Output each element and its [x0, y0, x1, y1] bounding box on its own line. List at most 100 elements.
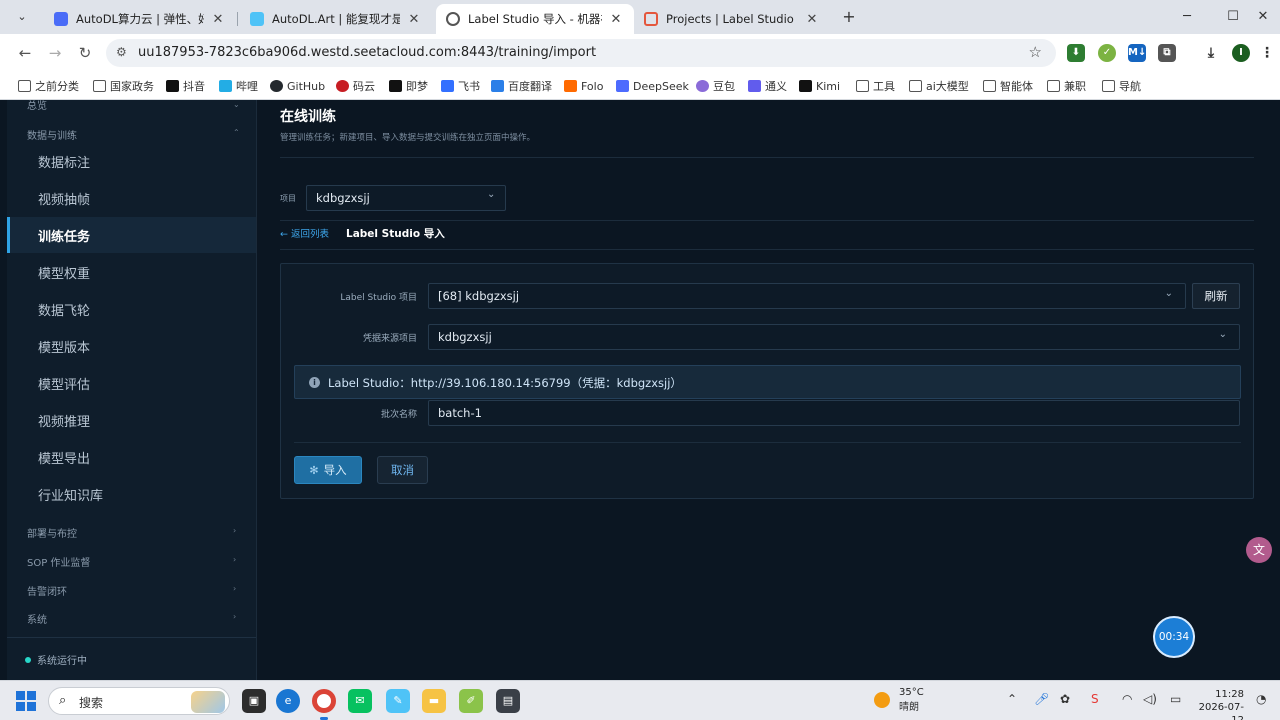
bookmark-item[interactable]: 飞书 — [441, 77, 480, 95]
notepad-icon[interactable]: ✎ — [386, 689, 410, 713]
app-icon[interactable]: ▤ — [496, 689, 520, 713]
bookmark-item[interactable]: 工具 — [856, 77, 895, 95]
tab-projects-label-studio[interactable]: Projects | Label Studio ✕ — [634, 4, 830, 34]
bookmark-item[interactable]: 之前分类 — [18, 77, 79, 95]
forward-arrow-icon[interactable]: → — [44, 42, 66, 64]
sidebar-item-data-flywheel[interactable]: 数据飞轮 — [7, 291, 256, 327]
bookmark-item[interactable]: Kimi — [799, 77, 840, 95]
download-extension-icon[interactable]: ⬇ — [1067, 44, 1085, 62]
close-icon[interactable]: ✕ — [804, 12, 820, 27]
weather-widget[interactable]: 35°C 晴朗 — [874, 687, 924, 713]
markdown-extension-icon[interactable]: M↓ — [1128, 44, 1146, 62]
bookmark-item[interactable]: GitHub — [270, 77, 325, 95]
sidebar-item-model-evaluation[interactable]: 模型评估 — [7, 365, 256, 401]
chevron-right-icon[interactable]: › — [233, 555, 236, 564]
windows-start-icon[interactable] — [16, 691, 36, 711]
more-menu-icon[interactable]: ⋮ — [1258, 44, 1276, 62]
sidebar-group-data-training[interactable]: 数据与训练 — [27, 127, 77, 142]
site-info-icon[interactable]: ⚙ — [116, 45, 132, 61]
extensions-puzzle-icon[interactable]: ⧉ — [1158, 44, 1176, 62]
app-viewport: 总览 ⌄ 数据与训练 ⌃ 数据标注 视频抽帧 训练任务 模型权重 数据飞轮 模型… — [0, 100, 1280, 680]
back-to-list-link[interactable]: ← 返回列表 — [280, 226, 329, 240]
bookmark-item[interactable]: 通义 — [748, 77, 787, 95]
sidebar-item-training-tasks[interactable]: 训练任务 — [7, 217, 256, 253]
ls-project-select[interactable]: [68] kdbgzxsjj ⌄ — [428, 283, 1186, 309]
bookmark-item[interactable]: 豆包 — [696, 77, 735, 95]
edge-browser-icon[interactable]: e — [276, 689, 300, 713]
speaker-icon[interactable]: ◁) — [1143, 692, 1157, 706]
tray-app-icon[interactable]: ✿ — [1060, 692, 1070, 706]
chevron-right-icon[interactable]: › — [233, 584, 236, 593]
batch-name-input[interactable]: batch-1 — [428, 400, 1240, 426]
bookmark-item[interactable]: Folo — [564, 77, 603, 95]
bookmark-item[interactable]: 百度翻译 — [491, 77, 552, 95]
bookmark-item[interactable]: 导航 — [1102, 77, 1141, 95]
translate-float-icon[interactable]: 文 — [1246, 537, 1272, 563]
bookmark-item[interactable]: DeepSeek — [616, 77, 689, 95]
downloads-icon[interactable]: ⤓ — [1202, 44, 1220, 62]
close-icon[interactable]: ✕ — [608, 12, 624, 27]
sidebar-item-video-inference[interactable]: 视频推理 — [7, 402, 256, 438]
bookmark-item[interactable]: 国家政务 — [93, 77, 154, 95]
sidebar-group-sop[interactable]: SOP 作业监督 — [27, 554, 90, 569]
import-button[interactable]: ✻ 导入 — [294, 456, 362, 484]
window-close-icon[interactable]: ✕ — [1248, 6, 1278, 28]
sidebar-group-system[interactable]: 系统 — [27, 611, 47, 626]
sidebar-item-model-versions[interactable]: 模型版本 — [7, 328, 256, 364]
sidebar-group-alerts[interactable]: 告警闭环 — [27, 583, 67, 598]
microphone-icon[interactable]: 🎤︎ — [1034, 692, 1049, 706]
minimize-icon[interactable]: ─ — [1172, 6, 1202, 28]
sidebar-item-video-frames[interactable]: 视频抽帧 — [7, 180, 256, 216]
chevron-right-icon[interactable]: › — [233, 612, 236, 621]
tab-search-chevron-icon[interactable]: ⌄ — [10, 6, 34, 28]
close-icon[interactable]: ✕ — [406, 12, 422, 27]
credential-select[interactable]: kdbgzxsjj ⌄ — [428, 324, 1240, 350]
taskbar-search[interactable]: ⌕ 搜索 — [48, 687, 230, 715]
wechat-icon[interactable]: ✉ — [348, 689, 372, 713]
bookmark-item[interactable]: 哔哩 — [219, 77, 258, 95]
sidebar-item-knowledge-base[interactable]: 行业知识库 — [7, 476, 256, 512]
tray-chevron-up-icon[interactable]: ⌃ — [1007, 692, 1017, 706]
chevron-right-icon[interactable]: › — [233, 526, 236, 535]
new-tab-button[interactable]: + — [838, 6, 860, 28]
address-bar[interactable]: ⚙ uu187953-7823c6ba906d.westd.seetacloud… — [106, 39, 1056, 67]
sidebar-item-data-labeling[interactable]: 数据标注 — [7, 143, 256, 179]
close-icon[interactable]: ✕ — [210, 12, 226, 27]
bookmark-item[interactable]: ai大模型 — [909, 77, 969, 95]
chrome-browser-icon[interactable] — [312, 689, 336, 713]
address-url[interactable]: uu187953-7823c6ba906d.westd.seetacloud.c… — [138, 45, 596, 60]
bookmark-item[interactable]: 即梦 — [389, 77, 428, 95]
refresh-button[interactable]: 刷新 — [1192, 283, 1240, 309]
wifi-icon[interactable]: ◠ — [1122, 692, 1132, 706]
bookmark-star-icon[interactable]: ☆ — [1029, 43, 1042, 61]
sidebar-group-overview[interactable]: 总览 — [27, 100, 47, 112]
green-extension-icon[interactable]: ✓ — [1098, 44, 1116, 62]
bookmark-item[interactable]: 兼职 — [1047, 77, 1086, 95]
sidebar-item-model-weights[interactable]: 模型权重 — [7, 254, 256, 290]
battery-icon[interactable]: ▭ — [1170, 692, 1181, 706]
pycharm-icon[interactable]: ✐ — [459, 689, 483, 713]
sidebar-item-model-export[interactable]: 模型导出 — [7, 439, 256, 475]
tab-label-studio-import[interactable]: Label Studio 导入 - 机器视觉 ✕ — [436, 4, 634, 34]
bookmark-item[interactable]: 码云 — [336, 77, 375, 95]
file-explorer-icon[interactable]: ▬ — [422, 689, 446, 713]
profile-avatar[interactable]: I — [1232, 44, 1250, 62]
task-view-icon[interactable]: ▣ — [242, 689, 266, 713]
sidebar-group-deploy[interactable]: 部署与布控 — [27, 525, 77, 540]
project-select[interactable]: kdbgzxsjj ⌄ — [306, 185, 506, 211]
bookmark-item[interactable]: 抖音 — [166, 77, 205, 95]
maximize-icon[interactable]: ☐ — [1218, 6, 1248, 28]
system-clock[interactable]: 11:28 2026-07-12 — [1196, 688, 1244, 720]
cancel-button[interactable]: 取消 — [377, 456, 428, 484]
reload-icon[interactable]: ↻ — [74, 42, 96, 64]
tab-autodl-art[interactable]: AutoDL.Art | 能复现才是好算法 ✕ — [240, 4, 432, 34]
tab-autodl[interactable]: AutoDL算力云 | 弹性、好用、省 ✕ — [44, 4, 236, 34]
chevron-up-icon[interactable]: ⌃ — [233, 128, 240, 137]
bookmark-item[interactable]: 智能体 — [983, 77, 1033, 95]
tongyi-icon — [748, 80, 761, 92]
recording-timer[interactable]: 00:34 — [1153, 616, 1195, 658]
back-arrow-icon[interactable]: ← — [14, 42, 36, 64]
notification-bell-icon[interactable]: ◔ — [1256, 692, 1266, 706]
chevron-down-icon[interactable]: ⌄ — [233, 100, 240, 109]
sogou-input-icon[interactable]: S — [1091, 692, 1099, 706]
